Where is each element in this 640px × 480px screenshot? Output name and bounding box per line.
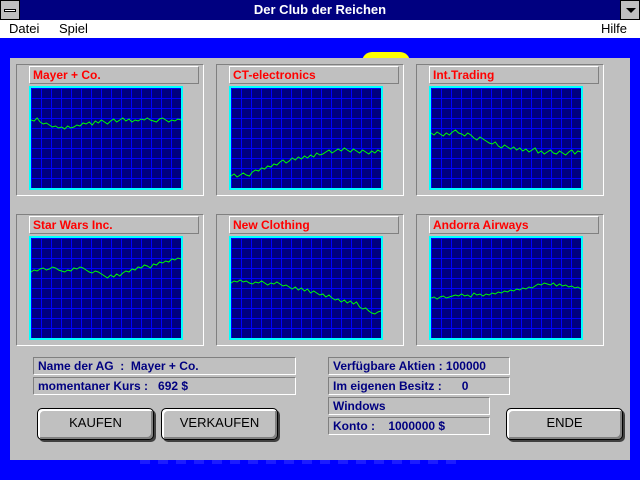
chart-grid <box>431 238 581 338</box>
status-field: Windows <box>328 397 490 415</box>
stock-chart-box[interactable]: CT-electronics <box>216 64 404 196</box>
chart-grid <box>31 238 181 338</box>
stock-chart <box>229 86 383 190</box>
sell-button[interactable]: VERKAUFEN <box>161 408 278 440</box>
stock-chart <box>429 236 583 340</box>
system-menu-button[interactable] <box>0 0 20 20</box>
stock-name: Andorra Airways <box>429 216 599 234</box>
chart-grid <box>431 88 581 188</box>
stock-chart <box>429 86 583 190</box>
exit-button[interactable]: ENDE <box>506 408 623 440</box>
menu-hilfe[interactable]: Hilfe <box>601 21 627 36</box>
stock-chart-box[interactable]: Andorra Airways <box>416 214 604 346</box>
current-price-field: momentaner Kurs : 692 $ <box>33 377 296 395</box>
stock-chart <box>29 86 183 190</box>
price-line <box>431 282 581 300</box>
stock-chart <box>29 236 183 340</box>
price-line <box>231 147 381 178</box>
menu-spiel[interactable]: Spiel <box>59 21 88 36</box>
window-title: Der Club der Reichen <box>253 2 387 17</box>
title-bar: Der Club der Reichen <box>0 0 640 20</box>
system-menu-icon <box>4 9 16 12</box>
stock-chart-svg <box>31 88 181 188</box>
stock-chart-svg <box>231 238 381 338</box>
owned-shares-field: Im eigenen Besitz : 0 <box>328 377 510 395</box>
stock-chart-box[interactable]: Star Wars Inc. <box>16 214 204 346</box>
menu-datei[interactable]: Datei <box>9 21 39 36</box>
minimize-button[interactable] <box>620 0 640 20</box>
price-line <box>31 117 181 130</box>
main-panel: Mayer + Co. CT-electronics Int.Trading S… <box>10 58 630 460</box>
stock-name: New Clothing <box>229 216 399 234</box>
company-name-field: Name der AG : Mayer + Co. <box>33 357 296 375</box>
chevron-down-icon <box>626 8 636 13</box>
stock-name: Int.Trading <box>429 66 599 84</box>
menu-bar: Datei Spiel Hilfe <box>0 20 640 38</box>
stock-chart-svg <box>431 238 581 338</box>
stock-chart-svg <box>231 88 381 188</box>
stock-chart-box[interactable]: New Clothing <box>216 214 404 346</box>
available-shares-field: Verfügbare Aktien : 100000 <box>328 357 510 375</box>
stock-name: Star Wars Inc. <box>29 216 199 234</box>
chart-grid <box>231 238 381 338</box>
stock-chart-svg <box>431 88 581 188</box>
stock-name: CT-electronics <box>229 66 399 84</box>
stock-name: Mayer + Co. <box>29 66 199 84</box>
stock-chart-box[interactable]: Mayer + Co. <box>16 64 204 196</box>
chart-grid <box>231 88 381 188</box>
stock-chart-svg <box>31 238 181 338</box>
price-line <box>431 129 581 156</box>
stock-chart <box>229 236 383 340</box>
account-balance-field: Konto : 1000000 $ <box>328 417 490 435</box>
buy-button[interactable]: KAUFEN <box>37 408 154 440</box>
chart-grid <box>31 88 181 188</box>
stock-chart-box[interactable]: Int.Trading <box>416 64 604 196</box>
